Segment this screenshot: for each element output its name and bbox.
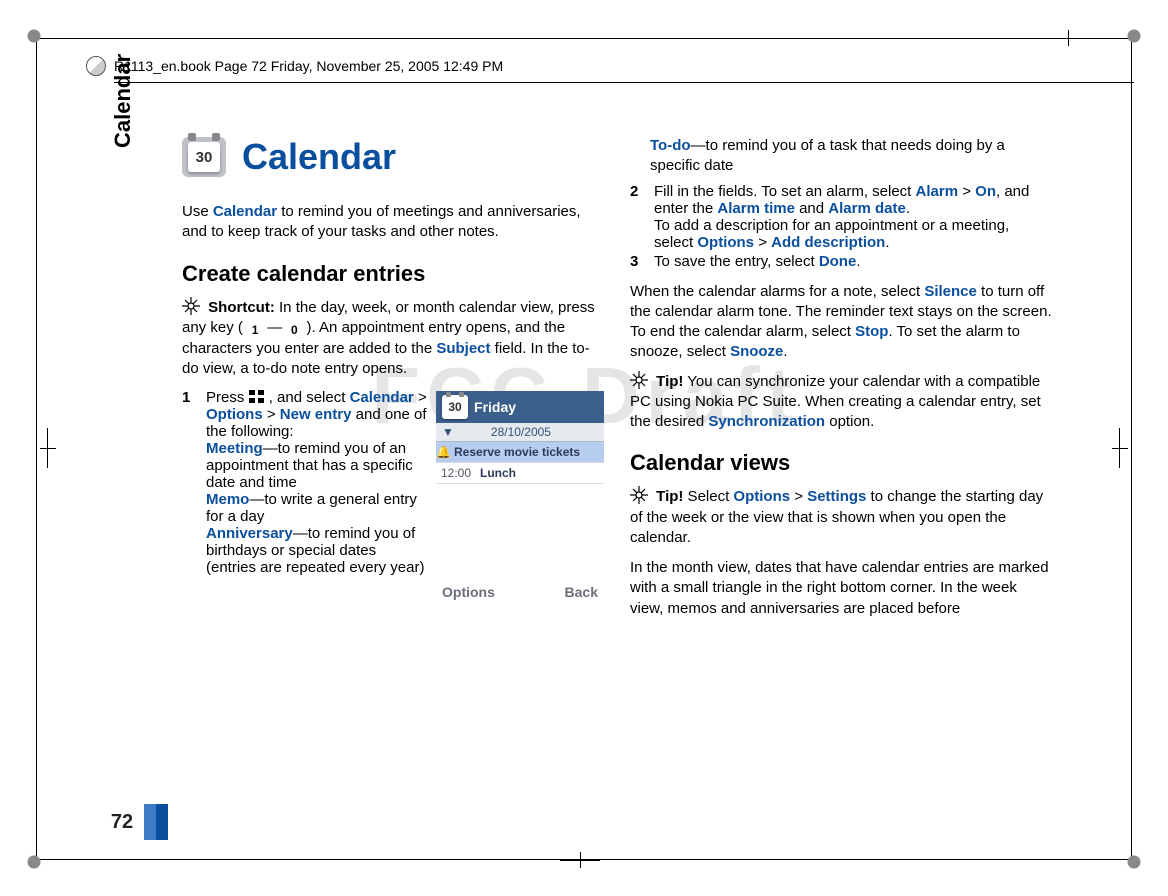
softkey-left: Options <box>442 584 495 600</box>
phone-row-selected: 🔔 Reserve movie tickets <box>436 442 604 463</box>
running-header-rule <box>114 82 1134 83</box>
hl-snooze: Snooze <box>730 343 783 360</box>
signal-icon: ▼ <box>442 425 454 439</box>
phone-softkeys: Options Back <box>436 580 604 604</box>
heading-calendar-views: Calendar views <box>630 450 1052 476</box>
page-title: 30 Calendar <box>182 136 604 178</box>
hl-options: Options <box>206 406 263 423</box>
running-header: R1113_en.book Page 72 Friday, November 2… <box>86 56 503 76</box>
hl-add-description: Add description <box>771 234 885 251</box>
step-1-body: 30 Friday ▼ 28/10/2005 🔔 Reserve movie t… <box>206 389 604 610</box>
tip-sync: Tip! You can synchronize your calendar w… <box>630 371 1052 433</box>
crop-mark <box>560 852 600 868</box>
page-number-block: 72 <box>100 804 168 840</box>
hl-calendar: Calendar <box>350 389 414 406</box>
step1-todo-continuation: To-do—to remind you of a task that needs… <box>630 136 1052 177</box>
shortcut-icon <box>182 297 200 315</box>
hl-alarm: Alarm <box>916 183 959 200</box>
step-3-number: 3 <box>630 253 644 270</box>
hl-done: Done <box>819 253 857 270</box>
hl-on: On <box>975 183 996 200</box>
tip-views: Tip! Select Options > Settings to change… <box>630 486 1052 548</box>
step-3-body: To save the entry, select Done. <box>654 253 1052 270</box>
title-text: Calendar <box>242 136 396 178</box>
step-1-number: 1 <box>182 389 196 610</box>
hl-synchronization: Synchronization <box>708 413 825 430</box>
phone-row: 12:00 Lunch <box>436 463 604 484</box>
shortcut-label: Shortcut: <box>208 299 275 316</box>
tip-label: Tip! <box>656 488 683 505</box>
shortcut-note: Shortcut: In the day, week, or month cal… <box>182 297 604 380</box>
hl-todo: To-do <box>650 137 691 154</box>
tip-icon <box>630 371 648 389</box>
hl-stop: Stop <box>855 323 888 340</box>
hl-alarm-time: Alarm time <box>717 200 795 217</box>
phone-screenshot: 30 Friday ▼ 28/10/2005 🔔 Reserve movie t… <box>436 391 604 604</box>
hl-anniversary: Anniversary <box>206 525 293 542</box>
hl-meeting: Meeting <box>206 440 263 457</box>
heading-create-entries: Create calendar entries <box>182 261 604 287</box>
hl-alarm-date: Alarm date <box>828 200 906 217</box>
crop-corner <box>26 28 42 44</box>
hl-settings: Settings <box>807 488 866 505</box>
left-column: 30 Calendar Use Calendar to remind you o… <box>182 136 604 625</box>
phone-titlebar: 30 Friday <box>436 391 604 423</box>
phone-day: Friday <box>474 399 516 415</box>
key-0: 0 <box>286 323 302 339</box>
phone-row1-label: Reserve movie tickets <box>450 442 604 462</box>
phone-body-blank <box>436 484 604 580</box>
phone-row2-label: Lunch <box>476 463 604 483</box>
crop-mark <box>1112 428 1128 468</box>
crop-mark <box>1048 30 1088 46</box>
tip-icon <box>630 486 648 504</box>
menu-key-icon <box>249 390 265 404</box>
views-paragraph: In the month view, dates that have calen… <box>630 558 1052 619</box>
hl-options: Options <box>697 234 754 251</box>
hl-calendar: Calendar <box>213 203 277 220</box>
right-column: To-do—to remind you of a task that needs… <box>630 136 1052 625</box>
crop-corner <box>1126 854 1142 870</box>
book-icon <box>86 56 106 76</box>
hl-silence: Silence <box>924 283 977 300</box>
hl-new-entry: New entry <box>280 406 352 423</box>
running-header-text: R1113_en.book Page 72 Friday, November 2… <box>114 58 503 74</box>
crop-mark <box>40 428 56 468</box>
crop-corner <box>26 854 42 870</box>
calendar-icon: 30 <box>182 137 226 177</box>
step-2-body: Fill in the fields. To set an alarm, sel… <box>654 183 1052 251</box>
phone-date: 28/10/2005 <box>491 425 551 439</box>
alarm-paragraph: When the calendar alarms for a note, sel… <box>630 282 1052 363</box>
hl-subject: Subject <box>436 340 490 357</box>
crop-corner <box>1126 28 1142 44</box>
page-bar-light <box>144 804 156 840</box>
page-bar-dark <box>156 804 168 840</box>
page-number: 72 <box>100 804 144 840</box>
calendar-icon-number: 30 <box>188 142 220 172</box>
bell-icon: 🔔 <box>436 442 450 462</box>
tip-label: Tip! <box>656 373 683 390</box>
hl-memo: Memo <box>206 491 249 508</box>
hl-options: Options <box>733 488 790 505</box>
step-2-number: 2 <box>630 183 644 251</box>
softkey-right: Back <box>565 584 598 600</box>
intro-paragraph: Use Calendar to remind you of meetings a… <box>182 202 604 243</box>
side-tab-label: Calendar <box>110 54 136 148</box>
phone-subheader: ▼ 28/10/2005 <box>436 423 604 442</box>
key-1: 1 <box>247 323 263 339</box>
phone-row2-time: 12:00 <box>436 463 476 483</box>
phone-calendar-icon: 30 <box>442 395 468 419</box>
